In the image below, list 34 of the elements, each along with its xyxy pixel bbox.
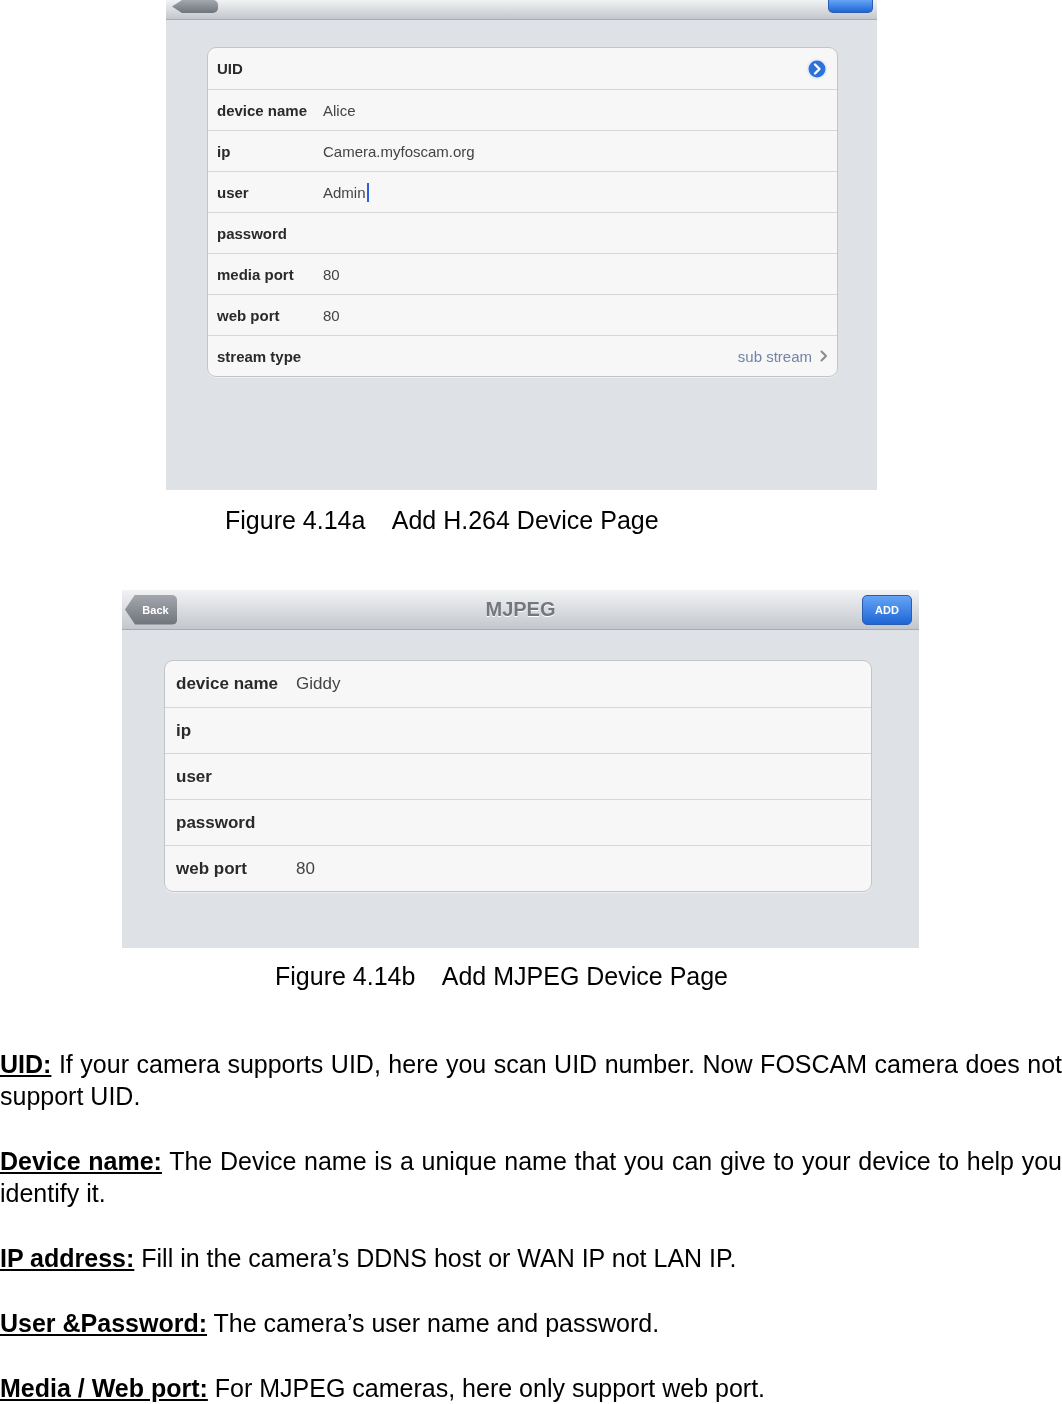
field-label: UID — [217, 60, 244, 77]
add-button[interactable] — [828, 0, 873, 13]
field-label: media port — [217, 265, 295, 283]
nav-title: MJPEG — [485, 598, 556, 621]
text-field[interactable]: Admin — [323, 172, 828, 212]
field-label: password — [176, 812, 257, 833]
figure-caption: Figure 4.14a Add H.264 Device Page — [225, 505, 659, 535]
text-field[interactable]: 80 — [323, 254, 828, 294]
chevron-icon — [820, 350, 828, 362]
paragraph: User &Password: The camera’s user name and password. — [0, 1308, 661, 1339]
paragraph: Media / Web port: For MJPEG cameras, here only support web port. — [0, 1373, 767, 1404]
field-label: user — [217, 183, 250, 201]
field-label: ip — [217, 142, 232, 160]
add-button[interactable]: ADD — [862, 594, 912, 625]
field-label: device name — [176, 674, 280, 694]
back-button[interactable] — [172, 0, 218, 13]
figure-caption: Figure 4.14b Add MJPEG Device Page — [275, 961, 728, 991]
field-label: device name — [217, 101, 309, 119]
chevron-circle-icon[interactable] — [806, 57, 828, 80]
paragraph: IP address: Fill in the camera’s DDNS host or WAN IP not LAN IP. — [0, 1243, 738, 1274]
text-field[interactable]: 80 — [323, 295, 828, 335]
picker-value[interactable]: sub stream — [737, 347, 812, 365]
field-label: stream type — [217, 347, 303, 365]
field-label: web port — [217, 306, 281, 324]
text-field[interactable]: Giddy — [296, 661, 860, 707]
field-label: password — [217, 224, 289, 242]
text-field[interactable]: Alice — [323, 90, 828, 130]
paragraph: UID: If your camera supports UID, here you scan UID number. Now FOSCAM camera does not support UID. — [0, 1049, 1062, 1112]
field-label: web port — [176, 858, 248, 879]
field-label: ip — [176, 720, 193, 741]
paragraph: Device name: The Device name is a unique name that you can give to your device to help you identify it. — [0, 1146, 1062, 1209]
text-field[interactable]: Camera.myfoscam.org — [323, 131, 828, 171]
text-field[interactable]: 80 — [296, 846, 860, 891]
field-label: user — [176, 766, 213, 787]
